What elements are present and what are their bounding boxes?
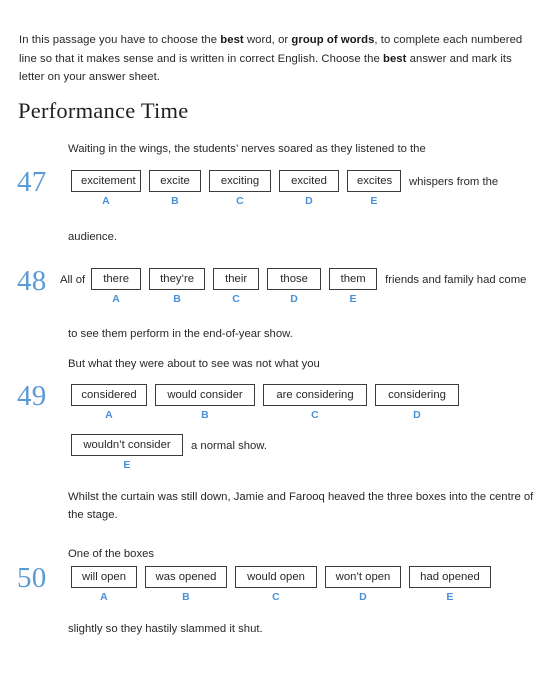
answer-option-box[interactable]: excite — [149, 170, 201, 192]
answer-option-letter: C — [236, 195, 244, 207]
instructions-emphasis: best — [220, 34, 244, 47]
answer-option[interactable]: excites E — [347, 170, 401, 207]
instructions-paragraph: In this passage you have to choose the b… — [19, 31, 531, 86]
question-48-options: All of there Athey’re Btheir Cthose Dthem Efri… — [60, 268, 526, 305]
answer-option-letter: D — [290, 293, 299, 305]
instructions-emphasis: group of words — [291, 34, 375, 47]
answer-option[interactable]: would open C — [235, 566, 317, 603]
answer-option-box[interactable]: was opened — [145, 566, 227, 588]
passage-line-50-intro-b: One of the boxes — [68, 548, 155, 560]
answer-option-letter: B — [173, 293, 182, 305]
answer-option[interactable]: will open A — [71, 566, 137, 603]
answer-option[interactable]: those D — [267, 268, 322, 305]
answer-option-letter: B — [171, 195, 179, 207]
question-number-48: 48 — [17, 265, 47, 297]
option-row-lead-text: All of — [60, 274, 86, 286]
answer-option[interactable]: considering D — [375, 384, 459, 421]
answer-option-box[interactable]: those — [267, 268, 322, 290]
answer-option-box[interactable]: their — [213, 268, 260, 290]
passage-line-48-after: to see them perform in the end-of-year s… — [68, 328, 293, 340]
answer-option[interactable]: considered A — [71, 384, 147, 421]
answer-option-box[interactable]: them — [329, 268, 378, 290]
answer-option-letter: C — [232, 293, 241, 305]
instructions-emphasis: best — [382, 52, 407, 65]
answer-option[interactable]: excite B — [149, 170, 201, 207]
answer-option[interactable]: would consider B — [155, 384, 255, 421]
question-50-options: will open Awas opened Bwould open Cwon’t op… — [71, 566, 491, 603]
answer-option-box[interactable]: considered — [71, 384, 147, 406]
question-number-50: 50 — [17, 562, 47, 594]
answer-option-box[interactable]: are considering — [263, 384, 367, 406]
instructions-text: word, or — [243, 34, 292, 47]
option-row-trail-text: whispers from the — [409, 176, 499, 188]
answer-option-letter: A — [105, 409, 113, 421]
answer-option-letter: C — [311, 409, 319, 421]
answer-option-letter: C — [272, 591, 280, 603]
answer-option-box[interactable]: would open — [235, 566, 317, 588]
passage-line-50-intro-a: Whilst the curtain was still down, Jamie… — [68, 491, 534, 522]
answer-option[interactable]: excited D — [279, 170, 339, 207]
answer-option-box[interactable]: won’t open — [325, 566, 401, 588]
answer-option-box[interactable]: will open — [71, 566, 137, 588]
passage-line-47-after: audience. — [68, 231, 117, 243]
answer-option[interactable]: excitement A — [71, 170, 141, 207]
answer-option-letter: A — [102, 195, 110, 207]
instructions-text: In this passage you have to choose the — [19, 34, 221, 47]
answer-option-box[interactable]: excitement — [71, 170, 141, 192]
question-49-options-second-row: wouldn’t consider Ea normal show. — [71, 434, 267, 471]
answer-option-letter: E — [370, 195, 378, 207]
answer-option-letter: A — [112, 293, 121, 305]
answer-option[interactable]: their C — [213, 268, 260, 305]
question-number-49: 49 — [17, 380, 47, 412]
passage-line-49-intro: But what they were about to see was not … — [68, 358, 320, 370]
question-47-options: excitement Aexcite Bexciting Cexcited Dexcit… — [71, 170, 498, 207]
answer-option-letter: B — [182, 591, 190, 603]
answer-option-box[interactable]: there — [91, 268, 142, 290]
answer-option-letter: D — [359, 591, 367, 603]
page-title: Performance Time — [18, 98, 189, 123]
answer-option-box[interactable]: excited — [279, 170, 339, 192]
answer-option-box[interactable]: considering — [375, 384, 459, 406]
answer-option-box[interactable]: would consider — [155, 384, 255, 406]
answer-option-box[interactable]: had opened — [409, 566, 491, 588]
answer-option[interactable]: they’re B — [149, 268, 206, 305]
option-row-trail-text: friends and family had come — [385, 274, 527, 286]
question-number-47: 47 — [17, 166, 47, 198]
option-row-trail-text: a normal show. — [191, 440, 267, 452]
passage-line-50-after: slightly so they hastily slammed it shut… — [68, 623, 263, 635]
answer-option[interactable]: won’t open D — [325, 566, 401, 603]
answer-option[interactable]: exciting C — [209, 170, 271, 207]
answer-option[interactable]: there A — [91, 268, 142, 305]
answer-option[interactable]: was opened B — [145, 566, 227, 603]
answer-option-letter: E — [123, 459, 131, 471]
answer-option-box[interactable]: exciting — [209, 170, 271, 192]
answer-option[interactable]: had opened E — [409, 566, 491, 603]
answer-option-box[interactable]: they’re — [149, 268, 206, 290]
answer-option-letter: B — [201, 409, 209, 421]
question-49-options: considered Awould consider Bare considerin… — [71, 384, 459, 421]
answer-option[interactable]: are considering C — [263, 384, 367, 421]
answer-option-letter: A — [100, 591, 108, 603]
answer-option-letter: D — [305, 195, 313, 207]
answer-option[interactable]: wouldn’t consider E — [71, 434, 183, 471]
answer-option[interactable]: them E — [329, 268, 378, 305]
worksheet-page: In this passage you have to choose the b… — [0, 0, 550, 682]
answer-option-box[interactable]: wouldn’t consider — [71, 434, 183, 456]
answer-option-box[interactable]: excites — [347, 170, 401, 192]
answer-option-letter: E — [349, 293, 357, 305]
answer-option-letter: E — [446, 591, 454, 603]
answer-option-letter: D — [413, 409, 421, 421]
passage-line-47-intro: Waiting in the wings, the students’ nerv… — [68, 143, 426, 155]
